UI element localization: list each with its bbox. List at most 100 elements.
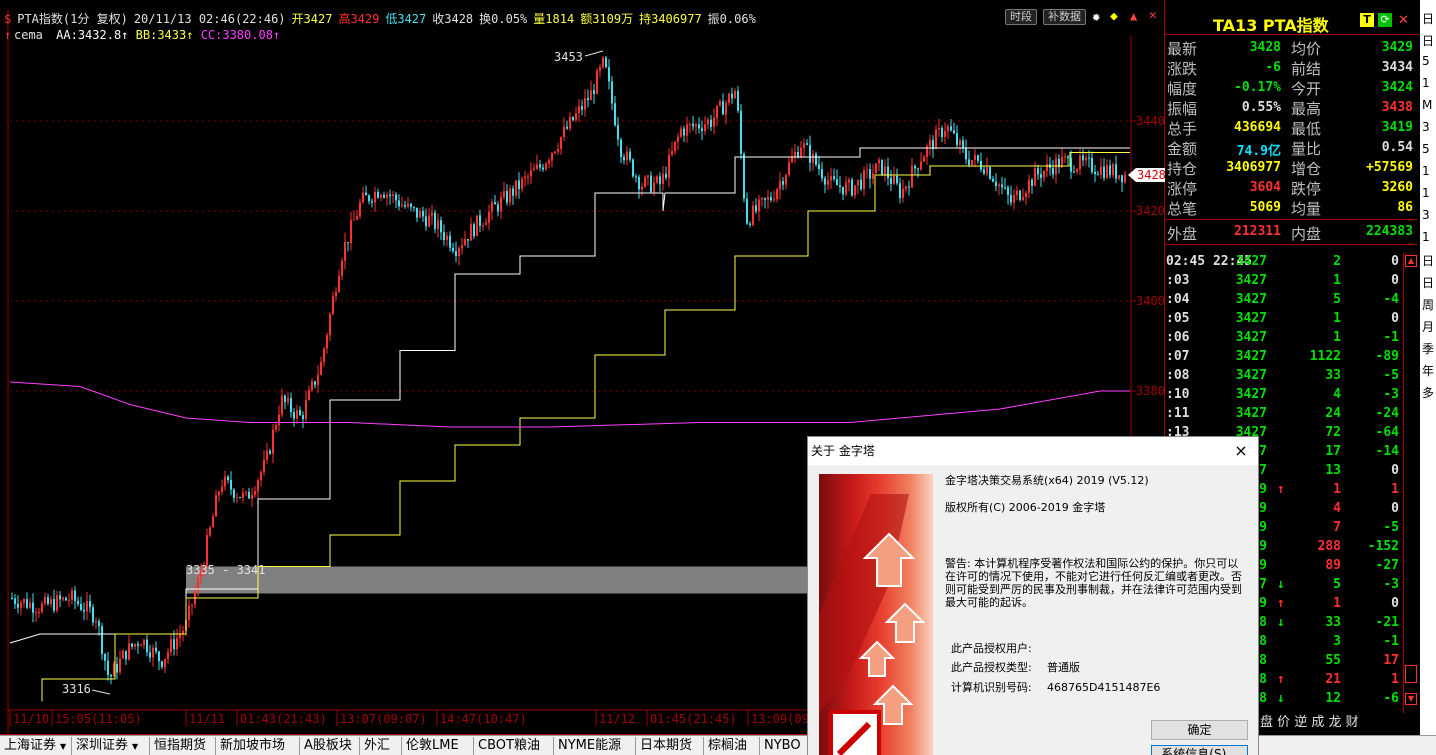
tick-price: 3427 (1235, 254, 1267, 269)
close-icon[interactable]: × (1230, 440, 1252, 462)
ok-button[interactable]: 确定 (1151, 720, 1248, 740)
tick-row[interactable]: :05 3427 1 0 (1165, 310, 1401, 329)
period-button[interactable]: 日 (1422, 252, 1434, 269)
period-button[interactable]: 5 (1422, 54, 1430, 68)
period-button[interactable]: 月 (1422, 318, 1434, 335)
system-info-button[interactable]: 系统信息(S)... (1151, 745, 1248, 755)
candle-body (389, 194, 391, 196)
market-tab[interactable]: 外汇 (360, 737, 402, 755)
tick-volume: 1 (1333, 330, 1341, 345)
tick-scrollbar[interactable]: ▲ ▼ (1403, 253, 1417, 713)
chevron-down-icon[interactable]: ▼ (132, 742, 138, 751)
candle-body (497, 204, 499, 212)
candle-body (722, 101, 724, 115)
market-tab[interactable]: 上海证券 ▼ (0, 737, 72, 755)
candle-body (839, 185, 841, 187)
gear-icon[interactable]: ✹ (1092, 9, 1100, 25)
market-tab[interactable]: CBOT粮油 (474, 737, 554, 755)
market-tab[interactable]: 新加坡市场 (216, 737, 300, 755)
candle-body (992, 178, 994, 182)
market-tab[interactable]: NYBO (760, 737, 810, 755)
tick-price: 3427 (1235, 406, 1267, 421)
period-strip[interactable]: 日日51M351131日日周月季年多 (1420, 0, 1436, 735)
candle-body (590, 90, 592, 101)
chevron-up-icon[interactable]: ▲ (1130, 9, 1137, 23)
period-button[interactable]: 日 (1422, 32, 1434, 49)
t-icon[interactable]: T (1360, 13, 1374, 27)
refresh-icon[interactable]: ⟳ (1378, 13, 1392, 27)
arrow-up-icon: ↑ (4, 28, 12, 42)
candle-body (1103, 166, 1105, 178)
tick-row[interactable]: :03 3427 1 0 (1165, 272, 1401, 291)
quote-label: 跌停 (1291, 180, 1322, 198)
market-tab[interactable]: A股板块 (300, 737, 360, 755)
period-button[interactable]: 3 (1422, 120, 1430, 134)
candle-body (359, 202, 361, 217)
candle-body (98, 621, 100, 627)
candle-body (230, 480, 232, 490)
candle-body (860, 179, 862, 190)
timeshare-button[interactable]: 时段 (1005, 9, 1037, 25)
period-button[interactable]: M (1422, 98, 1432, 112)
candle-body (1067, 156, 1069, 159)
period-button[interactable]: 周 (1422, 296, 1434, 313)
period-button[interactable]: 多 (1422, 384, 1434, 401)
tick-row[interactable]: :10 3427 4 -3 (1165, 386, 1401, 405)
tick-row[interactable]: :11 3427 24 -24 (1165, 405, 1401, 424)
candle-body (776, 189, 778, 200)
tick-row[interactable]: 02:45 22:45 3427 2 0 (1165, 253, 1401, 272)
period-button[interactable]: 季 (1422, 340, 1434, 357)
candle-body (293, 411, 295, 419)
about-dialog[interactable]: 关于 金字塔 × 金字塔决策交易系统(x64) 2019 (V5.12) 版权所… (807, 436, 1259, 755)
quote-bottom-tabs[interactable]: 盘 价 逆 成 龙 财 (1260, 711, 1410, 731)
candle-body (263, 459, 265, 473)
tick-row[interactable]: :06 3427 1 -1 (1165, 329, 1401, 348)
candle-body (419, 211, 421, 218)
period-button[interactable]: 日 (1422, 10, 1434, 27)
candle-body (179, 634, 181, 638)
period-button[interactable]: 1 (1422, 164, 1430, 178)
period-button[interactable]: 1 (1422, 186, 1430, 200)
market-tab[interactable]: 深圳证券 ▼ (72, 737, 150, 755)
period-button[interactable]: 日 (1422, 274, 1434, 291)
quote-row: 持仓 3406977 增仓 +57569 (1165, 158, 1417, 178)
period-button[interactable]: 3 (1422, 208, 1430, 222)
candle-body (380, 194, 382, 198)
market-tab[interactable]: 伦敦LME (402, 737, 474, 755)
tick-row[interactable]: :07 3427 1122 -89 (1165, 348, 1401, 367)
candle-body (503, 190, 505, 198)
period-button[interactable]: 1 (1422, 230, 1430, 244)
tick-price: 3427 (1235, 311, 1267, 326)
tick-row[interactable]: :04 3427 5 -4 (1165, 291, 1401, 310)
candle-body (314, 381, 316, 385)
scroll-thumb[interactable] (1405, 665, 1417, 683)
candle-body (533, 168, 535, 171)
candle-body (536, 164, 538, 169)
close-icon[interactable]: ✕ (1149, 8, 1157, 23)
candle-body (257, 480, 259, 492)
market-tab[interactable]: 棕榈油 (704, 737, 760, 755)
period-button[interactable]: 1 (1422, 76, 1430, 90)
candle-body (626, 151, 628, 161)
market-tab[interactable]: NYME能源 (554, 737, 636, 755)
candle-body (734, 90, 736, 99)
candle-body (554, 151, 556, 154)
scroll-up-icon[interactable]: ▲ (1405, 255, 1417, 267)
chevron-down-icon[interactable]: ▼ (60, 742, 66, 751)
candle-body (206, 535, 208, 566)
candle-body (383, 194, 385, 198)
period-button[interactable]: 年 (1422, 362, 1434, 379)
tick-row[interactable]: :08 3427 33 -5 (1165, 367, 1401, 386)
candle-body (872, 173, 874, 179)
scroll-down-icon[interactable]: ▼ (1405, 693, 1417, 705)
close-panel-icon[interactable]: ✕ (1398, 13, 1409, 28)
supplement-data-button[interactable]: 补数据 (1043, 9, 1086, 25)
period-button[interactable]: 5 (1422, 142, 1430, 156)
tick-volume: 17 (1325, 444, 1341, 459)
market-tab[interactable]: 恒指期货 (150, 737, 216, 755)
warning-icon[interactable]: ◆ (1110, 9, 1118, 24)
candle-body (392, 194, 394, 196)
candle-body (683, 128, 685, 136)
market-tab[interactable]: 日本期货 (636, 737, 704, 755)
candle-body (137, 644, 139, 647)
